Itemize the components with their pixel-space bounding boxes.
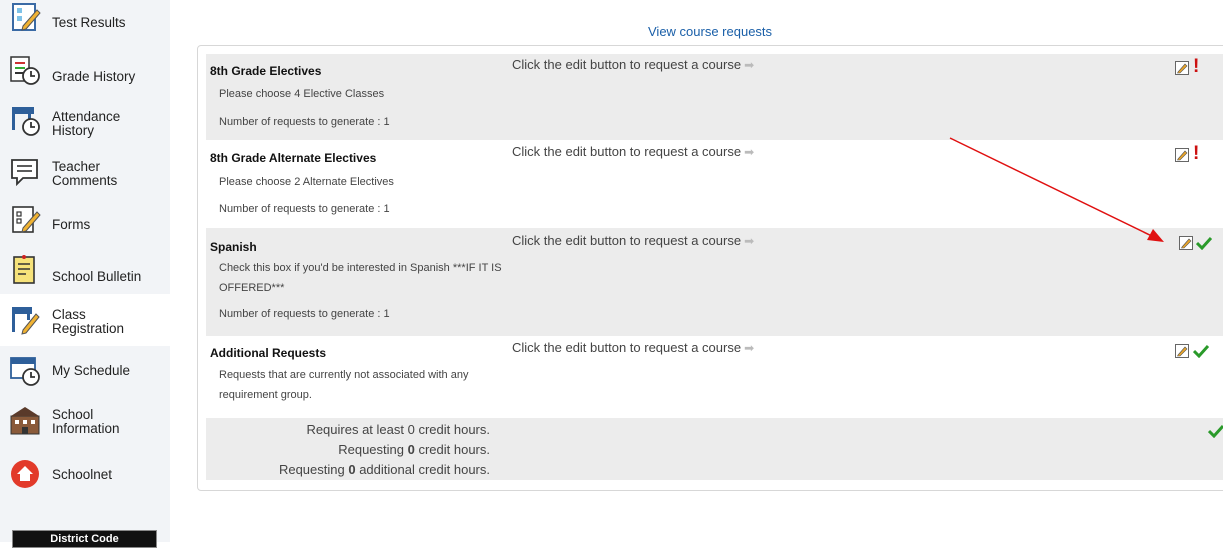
edit-prompt: Click the edit button to request a cours… [512, 144, 755, 159]
group-description: Requests that are currently not associat… [219, 369, 469, 401]
schedule-icon [10, 357, 40, 386]
sidebar-item-my-schedule[interactable]: My Schedule [0, 344, 170, 396]
group-description: Please choose 2 Alternate Electives [219, 176, 394, 188]
arrow-right-icon: ➡ [744, 234, 755, 248]
request-group: 8th Grade Electives Please choose 4 Elec… [206, 54, 1223, 140]
sidebar-item-label: Forms [52, 217, 91, 232]
edit-prompt: Click the edit button to request a cours… [512, 233, 755, 248]
group-description: Please choose 4 Elective Classes [219, 88, 385, 100]
school-icon [10, 407, 40, 435]
sidebar-item-label: My Schedule [52, 363, 131, 378]
sidebar-item-grade-history[interactable]: Grade History [0, 44, 170, 96]
sidebar-item-label: Attendance History [52, 109, 121, 138]
group-request-count: Number of requests to generate : 1 [219, 203, 390, 215]
group-request-count: Number of requests to generate : 1 [219, 116, 390, 128]
sidebar-item-label: School Bulletin [52, 269, 142, 284]
group-title: 8th Grade Alternate Electives [210, 151, 377, 165]
sidebar-item-forms[interactable]: Forms [0, 198, 170, 250]
sidebar-item-label: Test Results [52, 15, 126, 30]
group-title: 8th Grade Electives [210, 64, 322, 78]
incomplete-icon: ! [1193, 56, 1200, 77]
group-description: Check this box if you'd be interested in… [219, 262, 502, 294]
sidebar-item-attendance-history[interactable]: Attendance History [0, 96, 170, 148]
grade-history-icon [10, 56, 40, 85]
complete-check-icon [1196, 236, 1212, 250]
complete-check-icon [1193, 344, 1209, 358]
request-group: Additional Requests Requests that are cu… [206, 336, 1223, 418]
district-code-badge[interactable]: District Code [12, 530, 157, 548]
sidebar-item-class-registration[interactable]: Class Registration [0, 294, 170, 346]
arrow-right-icon: ➡ [744, 341, 755, 355]
required-credit-hours: Requires at least 0 credit hours. [306, 422, 490, 437]
sidebar-item-label: Teacher Comments [52, 159, 118, 188]
sidebar-item-school-bulletin[interactable]: School Bulletin [0, 246, 170, 298]
attendance-icon [12, 107, 40, 136]
sidebar-item-label: Schoolnet [52, 467, 113, 482]
sidebar-item-label: School Information [52, 407, 120, 436]
registration-icon [12, 307, 40, 335]
sidebar-item-label: Grade History [52, 69, 136, 84]
test-results-icon [12, 3, 41, 31]
home-icon [11, 460, 39, 488]
group-request-count: Number of requests to generate : 1 [219, 308, 390, 320]
arrow-right-icon: ➡ [744, 145, 755, 159]
sidebar: Test Results Grade History Attendance Hi… [0, 0, 170, 548]
sidebar-item-teacher-comments[interactable]: Teacher Comments [0, 148, 170, 200]
sidebar-item-schoolnet[interactable]: Schoolnet [0, 448, 170, 500]
complete-check-icon [1208, 424, 1223, 438]
annotation-arrow [949, 137, 1164, 242]
requesting-credit-hours: Requesting 0 credit hours. [338, 442, 490, 457]
group-title: Additional Requests [210, 346, 327, 360]
incomplete-icon: ! [1193, 143, 1200, 164]
edit-icon[interactable] [1175, 61, 1189, 75]
group-title: Spanish [210, 240, 257, 254]
sidebar-item-label: Class Registration [52, 307, 125, 336]
sidebar-item-school-information[interactable]: School Information [0, 396, 170, 448]
comments-icon [11, 159, 38, 187]
view-course-requests-link[interactable]: View course requests [648, 24, 772, 39]
edit-prompt: Click the edit button to request a cours… [512, 340, 755, 355]
bulletin-icon [13, 255, 35, 284]
edit-icon[interactable] [1175, 344, 1189, 358]
additional-credit-hours: Requesting 0 additional credit hours. [278, 462, 490, 477]
forms-icon [12, 206, 41, 233]
arrow-right-icon: ➡ [744, 58, 755, 72]
edit-icon[interactable] [1179, 236, 1193, 250]
edit-prompt: Click the edit button to request a cours… [512, 57, 755, 72]
